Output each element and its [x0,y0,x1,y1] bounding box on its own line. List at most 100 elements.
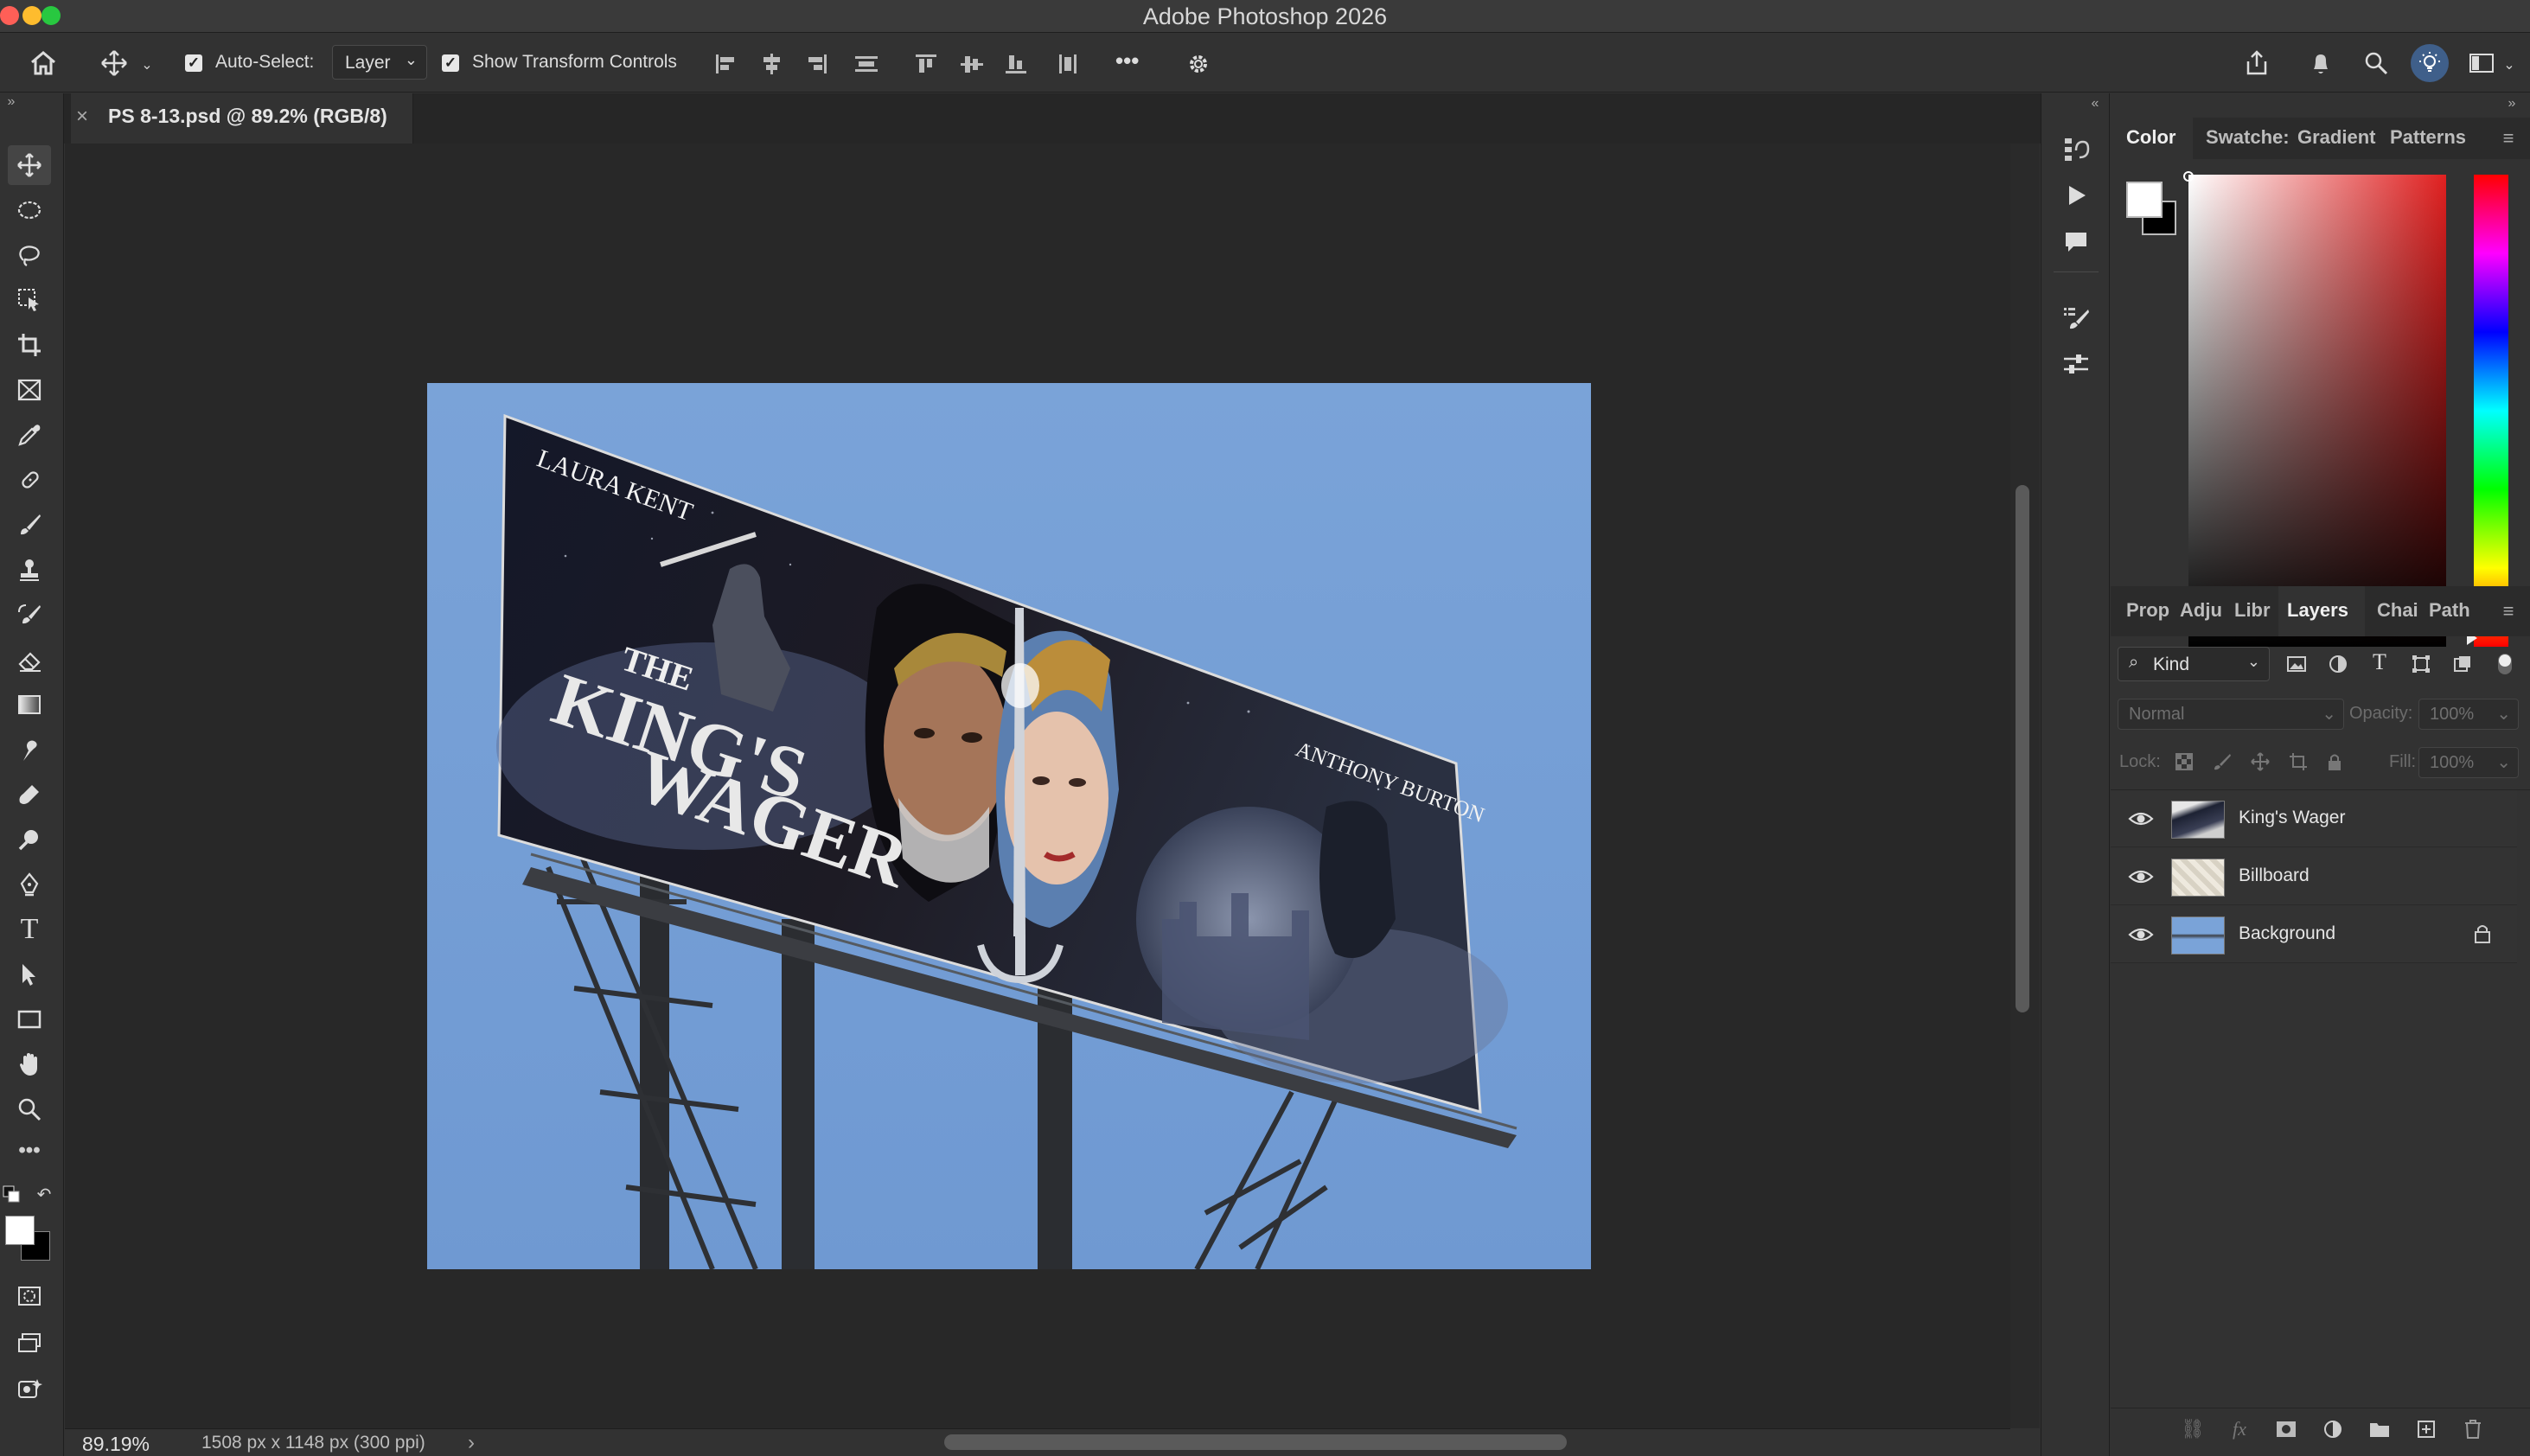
new-layer-icon[interactable] [2413,1416,2439,1442]
expand-panels-icon[interactable]: » [2501,95,2522,112]
history-icon[interactable] [2057,130,2095,168]
collapse-panels-icon[interactable]: « [2085,95,2105,112]
filter-smart-object-icon[interactable] [2450,651,2476,677]
gear-icon[interactable] [1181,49,1216,79]
zoom-level[interactable]: 89.19% [82,1433,150,1456]
lasso-tool-icon[interactable] [8,235,51,275]
opacity-field[interactable]: 100% ⌄ [2418,699,2519,730]
new-adjustment-layer-icon[interactable] [2320,1416,2346,1442]
align-right-icon[interactable] [801,51,832,77]
distribute-horizontal-icon[interactable] [1053,51,1084,77]
screen-mode-icon[interactable] [8,1323,51,1363]
align-bottom-icon[interactable] [1001,51,1032,77]
crop-tool-icon[interactable] [8,325,51,365]
actions-play-icon[interactable] [2057,176,2095,214]
status-chevron-icon[interactable]: › [468,1431,475,1455]
color-picker-field[interactable] [2188,175,2446,647]
home-icon[interactable] [26,48,61,79]
filter-toggle[interactable] [2498,654,2512,674]
color-panel-menu-icon[interactable]: ≡ [2496,126,2520,150]
hand-tool-icon[interactable] [8,1044,51,1084]
add-mask-icon[interactable] [2273,1416,2299,1442]
filter-type-icon[interactable]: T [2367,649,2393,675]
comments-icon[interactable] [2057,223,2095,261]
filter-pixel-icon[interactable] [2284,651,2310,677]
swap-colors-icon[interactable]: ↶ [33,1185,55,1204]
dodge-tool-icon[interactable] [8,775,51,814]
quick-mask-icon[interactable] [8,1276,51,1316]
new-group-folder-icon[interactable] [2367,1416,2393,1442]
tab-layers[interactable]: Layers [2287,599,2348,622]
pen-tool-icon[interactable] [8,865,51,904]
fx-icon[interactable]: fx [2227,1416,2252,1442]
clone-stamp-tool-icon[interactable] [8,550,51,590]
layer-row-billboard[interactable]: Billboard [2111,848,2517,905]
generative-fill-icon[interactable] [8,1370,51,1409]
bell-icon[interactable] [2303,46,2338,80]
discover-lightbulb-icon[interactable] [2411,44,2449,82]
visibility-eye-icon[interactable] [2128,808,2154,834]
smudge-tool-icon[interactable] [8,730,51,770]
close-tab-icon[interactable]: × [76,105,88,129]
zoom-tool-icon[interactable] [8,1089,51,1129]
auto-select-checkbox[interactable]: ✓ [185,54,202,72]
tab-paths[interactable]: Path [2429,599,2470,622]
default-colors-icon[interactable] [2,1185,21,1204]
filter-adjustment-icon[interactable] [2325,651,2351,677]
workspace-chevron-icon[interactable]: ⌄ [2501,56,2518,73]
panel-foreground-swatch[interactable] [2126,182,2163,218]
adjustments-sliders-icon[interactable] [2057,346,2095,384]
document-canvas[interactable]: LAURA KENT ANTHONY BURTON THE KING'S WAG… [427,383,1591,1269]
type-tool-icon[interactable]: T [8,910,51,949]
path-selection-tool-icon[interactable] [8,955,51,994]
tab-properties[interactable]: Prop [2126,599,2169,622]
auto-select-dropdown[interactable]: Layer ⌄ [332,45,427,80]
layer-row-background[interactable]: Background [2111,906,2517,963]
trash-icon[interactable] [2460,1416,2486,1442]
move-tool-button[interactable] [8,145,51,185]
brush-tool-icon[interactable] [8,505,51,545]
hue-slider[interactable] [2474,175,2508,647]
lock-all-icon[interactable] [2323,750,2346,773]
rectangle-tool-icon[interactable] [8,999,51,1039]
tab-libraries[interactable]: Libr [2234,599,2271,622]
align-top-icon[interactable] [911,51,942,77]
lock-image-pixels-icon[interactable] [2211,750,2233,773]
lock-artboard-icon[interactable] [2287,750,2310,773]
vertical-scrollbar[interactable] [2010,144,2040,1428]
share-icon[interactable] [2239,46,2274,80]
horizontal-scroll-thumb[interactable] [944,1434,1567,1450]
lock-position-icon[interactable] [2249,750,2271,773]
edit-toolbar-icon[interactable]: ••• [8,1131,51,1171]
filter-shape-icon[interactable] [2408,651,2434,677]
foreground-color-swatch-top[interactable] [5,1216,35,1245]
show-transform-checkbox[interactable]: ✓ [442,54,459,72]
align-vertical-center-icon[interactable] [956,51,987,77]
object-selection-tool-icon[interactable] [8,280,51,320]
layers-panel-menu-icon[interactable]: ≡ [2496,599,2520,623]
align-horizontal-center-icon[interactable] [756,51,787,77]
fill-field[interactable]: 100% ⌄ [2418,747,2519,778]
collapse-tools-icon[interactable]: » [0,93,22,111]
tool-preset-chevron-icon[interactable]: ⌄ [138,56,156,73]
gradient-tool-icon[interactable] [8,685,51,725]
color-picker-cursor[interactable] [2183,171,2194,182]
layer-row-kings-wager[interactable]: King's Wager [2111,790,2517,847]
link-layers-icon[interactable]: ⛓ [2180,1416,2206,1442]
ellipse-marquee-tool-icon[interactable] [8,190,51,230]
eraser-tool-icon[interactable] [8,640,51,680]
tab-gradient[interactable]: Gradient [2297,126,2375,149]
workspace-icon[interactable] [2466,48,2497,79]
eyedropper-tool-icon[interactable] [8,415,51,455]
align-left-icon[interactable] [711,51,742,77]
tab-adjustments[interactable]: Adju [2180,599,2222,622]
more-options-button[interactable]: ••• [1115,48,1139,74]
tab-patterns[interactable]: Patterns [2390,126,2466,149]
tab-character[interactable]: Chai [2377,599,2418,622]
move-tool-icon[interactable] [97,48,131,79]
tab-swatches[interactable]: Swatche: [2206,126,2290,149]
burn-tool-icon[interactable] [8,820,51,859]
history-brush-tool-icon[interactable] [8,595,51,635]
vertical-scroll-thumb[interactable] [2016,485,2029,1012]
lock-transparent-pixels-icon[interactable] [2173,750,2195,773]
